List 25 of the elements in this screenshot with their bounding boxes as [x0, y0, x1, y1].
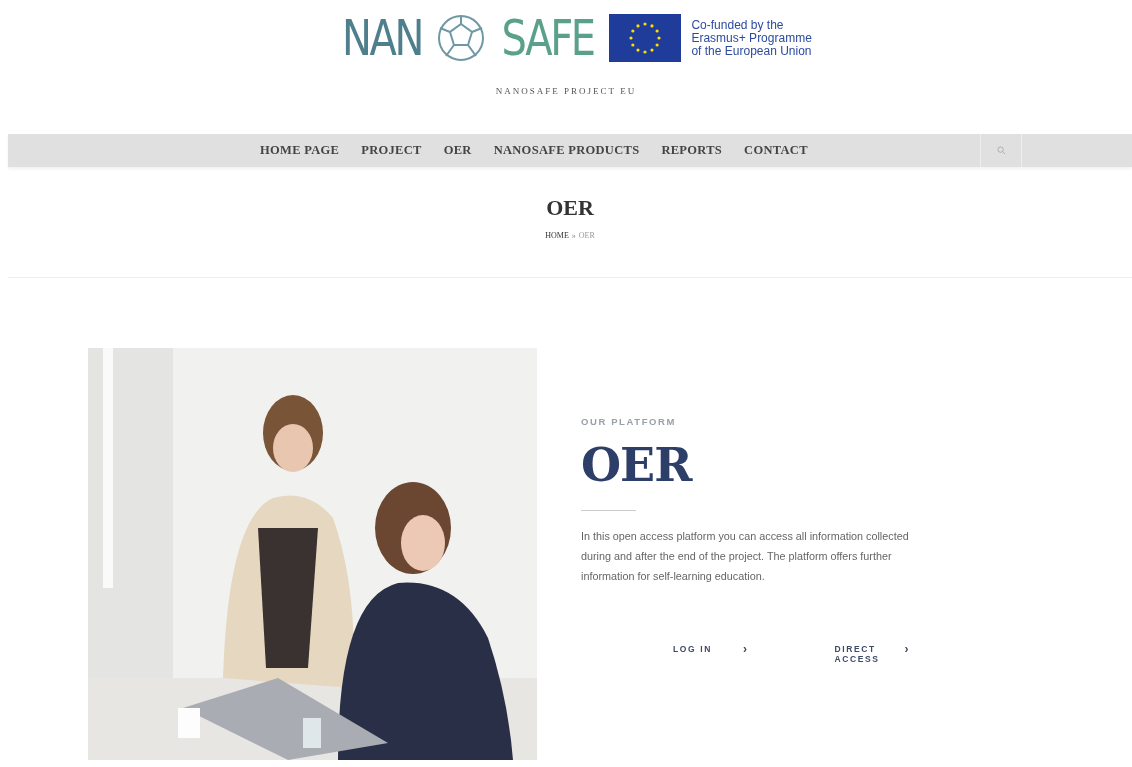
funding-text: Erasmus+ Programme [691, 31, 812, 45]
section-text: In this open access platform you can access all information collected during and after the end of the project. The platform offers further information for self-learning education. [581, 529, 910, 584]
logo-text: SAFE [501, 10, 594, 66]
nav-link[interactable]: OER [443, 143, 472, 158]
tagline: NANOSAFE PROJECT EU [495, 86, 637, 96]
flag-icon [609, 14, 682, 62]
search-icon [996, 146, 1006, 155]
nav-link[interactable]: REPORTS [661, 143, 723, 158]
section-eyebrow: OUR PLATFORM [581, 416, 677, 427]
funding-text: of the European Union [691, 44, 812, 58]
nav-link[interactable]: PROJECT [361, 143, 422, 158]
breadcrumb-link[interactable]: HOME [545, 231, 569, 240]
logo-text: NAN [342, 10, 423, 66]
funding-text: Co-funded by the [691, 18, 785, 32]
link-button[interactable]: DIRECT ACCESS › [834, 644, 911, 664]
ball-icon [436, 12, 487, 64]
nav-link[interactable]: CONTACT [744, 143, 808, 158]
breadcrumb-current: OER [578, 231, 595, 240]
breadcrumb-separator: » [571, 231, 576, 240]
section-title: OER [581, 437, 694, 493]
nav-link[interactable]: NANOSAFE PRODUCTS [493, 143, 640, 158]
link-button[interactable]: LOG IN › [673, 644, 749, 664]
nav-link[interactable]: HOME PAGE [260, 143, 340, 158]
page-title: OER [546, 195, 594, 221]
search-button[interactable] [980, 134, 1022, 167]
